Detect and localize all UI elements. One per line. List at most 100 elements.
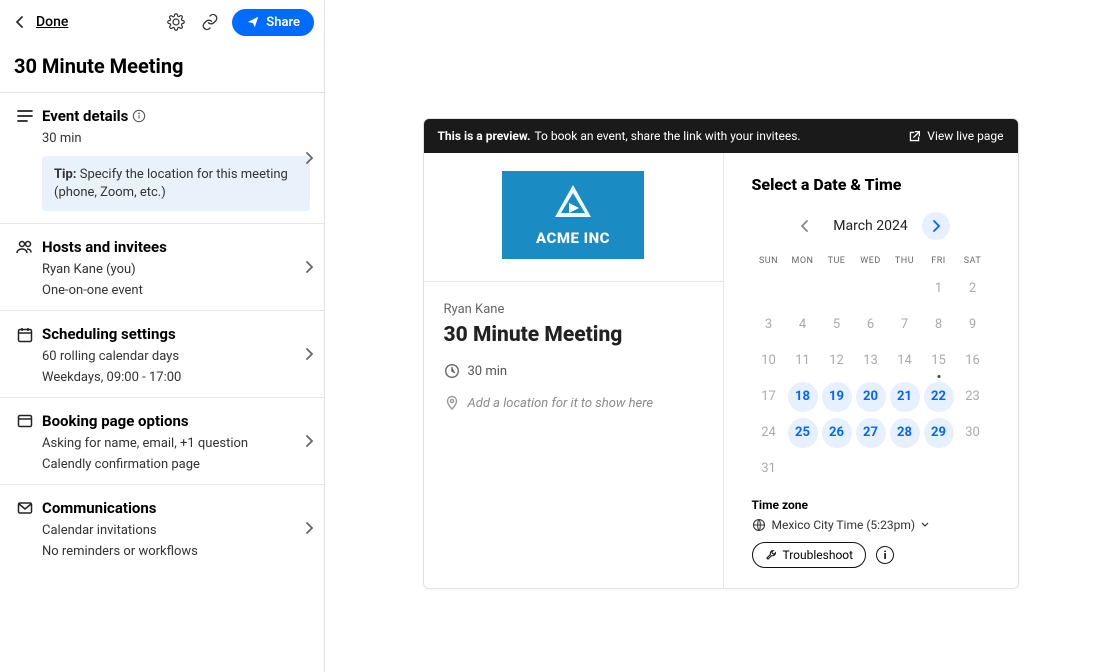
prev-month-button[interactable] bbox=[791, 212, 819, 240]
preview-host: Ryan Kane bbox=[444, 302, 703, 317]
timezone-value: Mexico City Time (5:23pm) bbox=[772, 518, 916, 532]
timezone-selector[interactable]: Mexico City Time (5:23pm) bbox=[752, 518, 990, 532]
help-button[interactable]: i bbox=[876, 546, 894, 564]
section-communications[interactable]: Communications Calendar invitations No r… bbox=[0, 485, 324, 571]
tip-box: Tip: Specify the location for this meeti… bbox=[42, 156, 310, 211]
section-title-text: Event details bbox=[42, 107, 128, 125]
calendar-day: 14 bbox=[890, 346, 920, 376]
section-title-text: Scheduling settings bbox=[42, 325, 176, 343]
logo-text: ACME INC bbox=[536, 229, 610, 247]
section-hosts[interactable]: Hosts and invitees Ryan Kane (you) One-o… bbox=[0, 224, 324, 311]
link-icon bbox=[201, 13, 219, 31]
section-title-text: Communications bbox=[42, 499, 157, 517]
copy-link-button[interactable] bbox=[198, 10, 222, 34]
next-month-button[interactable] bbox=[922, 212, 950, 240]
dow-cell: MON bbox=[786, 256, 820, 266]
company-logo: ACME INC bbox=[502, 171, 644, 259]
calendar-day[interactable]: 27 bbox=[856, 418, 886, 448]
envelope-icon bbox=[17, 501, 33, 515]
preview-duration: 30 min bbox=[468, 364, 508, 379]
chevron-left-icon bbox=[801, 220, 809, 232]
calendar-day: 5 bbox=[822, 310, 852, 340]
calendar-day: 16 bbox=[958, 346, 988, 376]
calendar-day[interactable]: 29 bbox=[924, 418, 954, 448]
editor-panel: Done Share 30 Minute Meeting Event detai… bbox=[0, 0, 325, 672]
calendar-day[interactable]: 21 bbox=[890, 382, 920, 412]
preview-area: This is a preview. To book an event, sha… bbox=[325, 0, 1116, 672]
preview-duration-row: 30 min bbox=[444, 363, 703, 379]
preview-bar-text: To book an event, share the link with yo… bbox=[534, 129, 800, 143]
calendar-day: 4 bbox=[788, 310, 818, 340]
calendar-day: 13 bbox=[856, 346, 886, 376]
calendar-day[interactable]: 26 bbox=[822, 418, 852, 448]
calendar-day: 9 bbox=[958, 310, 988, 340]
booking-line1: Asking for name, email, +1 question bbox=[42, 436, 310, 451]
troubleshoot-button[interactable]: Troubleshoot bbox=[752, 542, 867, 568]
caret-down-icon bbox=[921, 522, 929, 528]
comms-line2: No reminders or workflows bbox=[42, 544, 310, 559]
troubleshoot-label: Troubleshoot bbox=[783, 548, 854, 562]
share-button[interactable]: Share bbox=[232, 9, 314, 36]
calendar-day[interactable]: 28 bbox=[890, 418, 920, 448]
scheduling-line1: 60 rolling calendar days bbox=[42, 349, 310, 364]
calendar-icon bbox=[17, 327, 33, 343]
logo-icon bbox=[551, 183, 595, 223]
calendar-day: 1 bbox=[924, 274, 954, 304]
calendar-day: 17 bbox=[754, 382, 784, 412]
dow-cell: TUE bbox=[820, 256, 854, 266]
tip-text: Specify the location for this meeting (p… bbox=[54, 167, 288, 200]
dow-cell: WED bbox=[854, 256, 888, 266]
chevron-right-icon bbox=[304, 151, 314, 165]
calendar-grid: 1234567891011121314151617181920212223242… bbox=[752, 274, 990, 484]
text-lines-icon bbox=[17, 109, 33, 123]
preview-bar: This is a preview. To book an event, sha… bbox=[424, 119, 1018, 153]
calendar-day[interactable]: 25 bbox=[788, 418, 818, 448]
calendar-day[interactable]: 20 bbox=[856, 382, 886, 412]
dow-cell: SAT bbox=[956, 256, 990, 266]
dow-cell: SUN bbox=[752, 256, 786, 266]
wrench-icon bbox=[765, 549, 777, 561]
calendar-day[interactable]: 19 bbox=[822, 382, 852, 412]
section-scheduling[interactable]: Scheduling settings 60 rolling calendar … bbox=[0, 311, 324, 398]
calendar-day[interactable]: 18 bbox=[788, 382, 818, 412]
hosts-line2: One-on-one event bbox=[42, 283, 310, 298]
back-button[interactable] bbox=[10, 12, 30, 32]
topbar: Done Share bbox=[0, 0, 324, 44]
preview-bar-bold: This is a preview. bbox=[438, 129, 531, 143]
month-nav: March 2024 bbox=[752, 212, 990, 240]
preview-location-placeholder: Add a location for it to show here bbox=[468, 396, 654, 411]
calendar-day: 7 bbox=[890, 310, 920, 340]
share-label: Share bbox=[266, 15, 300, 30]
section-event-details[interactable]: Event details 30 min Tip: Specify the lo… bbox=[0, 93, 324, 224]
calendar-day: 15 bbox=[924, 346, 954, 376]
settings-button[interactable] bbox=[164, 10, 188, 34]
tip-label: Tip: bbox=[54, 167, 76, 182]
section-title-text: Hosts and invitees bbox=[42, 238, 167, 256]
view-live-link[interactable]: View live page bbox=[908, 129, 1003, 143]
share-icon bbox=[246, 15, 260, 29]
page-title: 30 Minute Meeting bbox=[0, 44, 324, 92]
calendar-day: 10 bbox=[754, 346, 784, 376]
globe-icon bbox=[752, 518, 766, 532]
booking-line2: Calendly confirmation page bbox=[42, 457, 310, 472]
done-link[interactable]: Done bbox=[36, 14, 68, 30]
dow-cell: FRI bbox=[922, 256, 956, 266]
preview-card: This is a preview. To book an event, sha… bbox=[423, 118, 1019, 589]
chevron-right-icon bbox=[304, 347, 314, 361]
people-icon bbox=[16, 240, 34, 254]
calendar-day: 23 bbox=[958, 382, 988, 412]
chevron-left-icon bbox=[15, 16, 25, 28]
page-icon bbox=[17, 414, 33, 428]
calendar-day: 11 bbox=[788, 346, 818, 376]
calendar-day: 2 bbox=[958, 274, 988, 304]
calendar-day: 8 bbox=[924, 310, 954, 340]
calendar-day[interactable]: 22 bbox=[924, 382, 954, 412]
section-booking[interactable]: Booking page options Asking for name, em… bbox=[0, 398, 324, 485]
hosts-line1: Ryan Kane (you) bbox=[42, 262, 310, 277]
calendar-day: 31 bbox=[754, 454, 784, 484]
clock-icon bbox=[444, 363, 460, 379]
chevron-right-icon bbox=[304, 260, 314, 274]
chevron-right-icon bbox=[932, 220, 940, 232]
external-link-icon bbox=[908, 130, 921, 143]
timezone-label: Time zone bbox=[752, 498, 990, 512]
